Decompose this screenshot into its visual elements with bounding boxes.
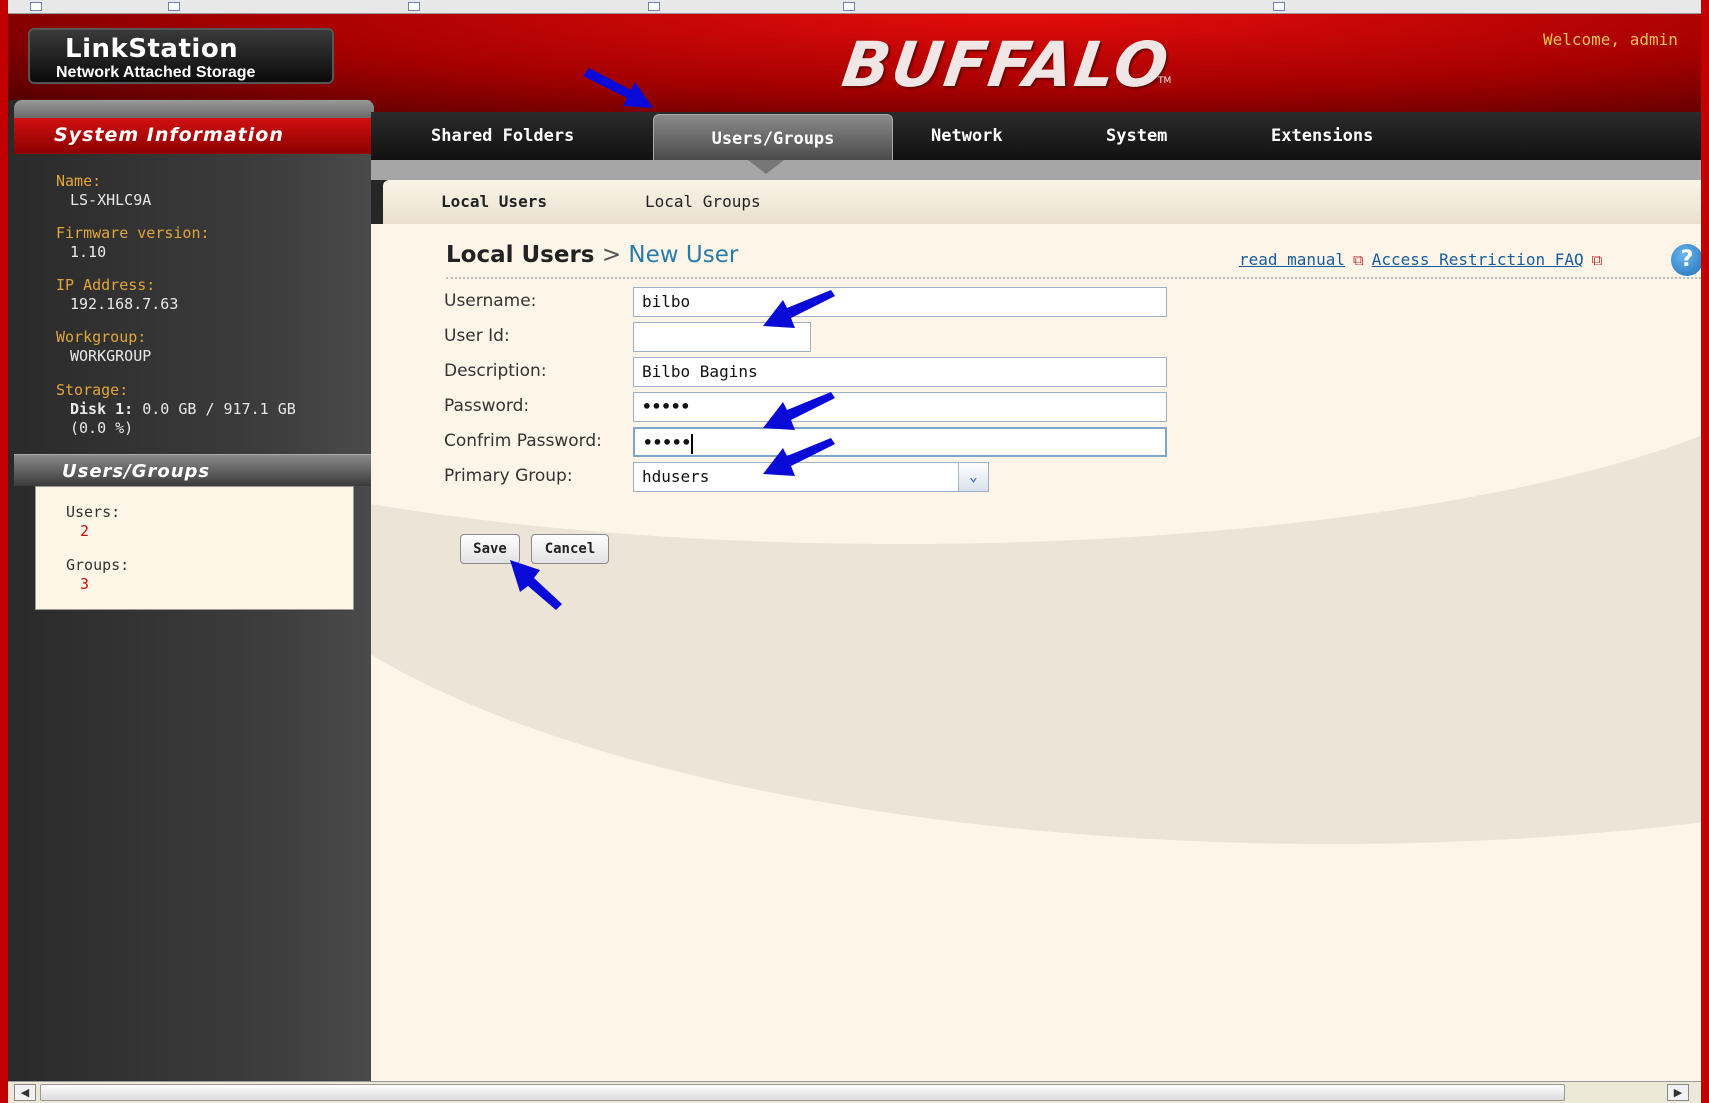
primary-group-label: Primary Group: <box>444 466 573 486</box>
breadcrumb-root[interactable]: Local Users <box>446 242 595 268</box>
divider <box>446 277 1701 279</box>
password-field[interactable]: ••••• <box>633 392 1167 422</box>
username-field[interactable]: bilbo <box>633 287 1167 317</box>
ip-label: IP Address: <box>56 276 156 294</box>
username-label: Username: <box>444 291 537 311</box>
annotation-arrow-icon <box>763 290 835 328</box>
storage-value: Disk 1: 0.0 GB / 917.1 GB <box>70 400 296 418</box>
disk-usage: 0.0 GB / 917.1 GB <box>133 400 296 418</box>
header: LinkStation Network Attached Storage BUF… <box>8 14 1701 112</box>
logo-title: LinkStation <box>65 34 239 64</box>
tab-network[interactable]: Network <box>931 112 1003 160</box>
tab-local-users[interactable]: Local Users <box>441 192 547 211</box>
scroll-left-icon[interactable]: ◀ <box>14 1084 36 1101</box>
annotation-arrow-icon <box>763 392 835 430</box>
subnav-strip <box>371 160 1701 180</box>
system-info-title: System Information <box>54 124 284 146</box>
scrollbar-thumb[interactable] <box>40 1084 1565 1101</box>
users-count: 2 <box>80 522 90 540</box>
confirm-password-field[interactable]: ••••• <box>633 427 1167 457</box>
description-label: Description: <box>444 361 547 381</box>
workgroup-label: Workgroup: <box>56 328 147 346</box>
name-label: Name: <box>56 172 102 190</box>
storage-label: Storage: <box>56 381 129 399</box>
description-field[interactable]: Bilbo Bagins <box>633 357 1167 387</box>
logo-subtitle: Network Attached Storage <box>56 64 256 81</box>
horizontal-scrollbar[interactable]: ◀ ▶ <box>8 1081 1701 1103</box>
sidebar: System Information Name: LS-XHLC9A Firmw… <box>8 100 386 1085</box>
buffalo-logo: BUFFALO <box>837 28 1175 101</box>
tab-users-groups[interactable]: Users/Groups <box>653 114 893 160</box>
userid-label: User Id: <box>444 326 510 346</box>
welcome-text: Welcome, admin <box>1543 30 1678 49</box>
breadcrumb-separator: > <box>601 242 622 268</box>
toolbar-icon[interactable] <box>1273 2 1285 11</box>
chevron-down-icon[interactable]: ⌄ <box>958 463 988 491</box>
main-nav: Shared Folders Users/Groups Network Syst… <box>371 112 1701 160</box>
tab-extensions[interactable]: Extensions <box>1271 112 1373 160</box>
help-icon[interactable]: ? <box>1671 244 1701 276</box>
active-tab-pointer <box>748 160 784 174</box>
system-info-header: System Information <box>14 118 386 154</box>
groups-count: 3 <box>80 575 90 593</box>
annotation-arrow-icon <box>510 560 562 610</box>
users-groups-header: Users/Groups <box>14 454 386 486</box>
tab-local-groups[interactable]: Local Groups <box>645 192 761 211</box>
confirm-password-label: Confrim Password: <box>444 431 602 451</box>
workgroup-value: WORKGROUP <box>70 347 152 365</box>
annotation-arrow-icon <box>763 438 835 476</box>
browser-toolbar-strip <box>8 0 1701 14</box>
subnav: Local Users Local Groups <box>383 180 1701 224</box>
annotation-arrow-icon <box>583 68 653 108</box>
text-cursor <box>691 433 694 454</box>
breadcrumb: Local Users > New User <box>446 242 738 268</box>
disk-label: Disk 1: <box>70 400 134 418</box>
toolbar-icon[interactable] <box>168 2 180 11</box>
password-label: Password: <box>444 396 530 416</box>
toolbar-icon[interactable] <box>648 2 660 11</box>
access-faq-link[interactable]: Access Restriction FAQ <box>1372 250 1584 269</box>
toolbar-icon[interactable] <box>843 2 855 11</box>
main-content: Local Users > New User read manual ⧉ Acces… <box>371 224 1701 1082</box>
tab-system[interactable]: System <box>1106 112 1167 160</box>
breadcrumb-current: New User <box>628 242 739 268</box>
tab-shared-folders[interactable]: Shared Folders <box>431 112 574 160</box>
confirm-password-value: ••••• <box>643 433 692 452</box>
external-link-icon: ⧉ <box>1591 251 1603 269</box>
firmware-label: Firmware version: <box>56 224 210 242</box>
trademark-mark: TM <box>1158 76 1172 86</box>
users-label: Users: <box>66 503 121 521</box>
external-link-icon: ⧉ <box>1352 251 1364 269</box>
groups-label: Groups: <box>66 556 130 574</box>
linkstation-logo: LinkStation Network Attached Storage <box>28 28 334 84</box>
users-groups-title: Users/Groups <box>62 461 211 482</box>
toolbar-icon[interactable] <box>30 2 42 11</box>
firmware-value: 1.10 <box>70 243 107 261</box>
scroll-right-icon[interactable]: ▶ <box>1667 1084 1689 1101</box>
read-manual-link[interactable]: read manual <box>1239 250 1345 269</box>
storage-percent: (0.0 %) <box>70 419 134 437</box>
users-groups-panel: Users: 2 Groups: 3 <box>35 486 354 610</box>
primary-group-value: hdusers <box>642 467 710 486</box>
ip-value: 192.168.7.63 <box>70 295 179 313</box>
help-links: read manual ⧉ Access Restriction FAQ ⧉ <box>1239 250 1610 269</box>
name-value: LS-XHLC9A <box>70 191 152 209</box>
browser-frame: LinkStation Network Attached Storage BUF… <box>8 0 1701 1103</box>
toolbar-icon[interactable] <box>408 2 420 11</box>
